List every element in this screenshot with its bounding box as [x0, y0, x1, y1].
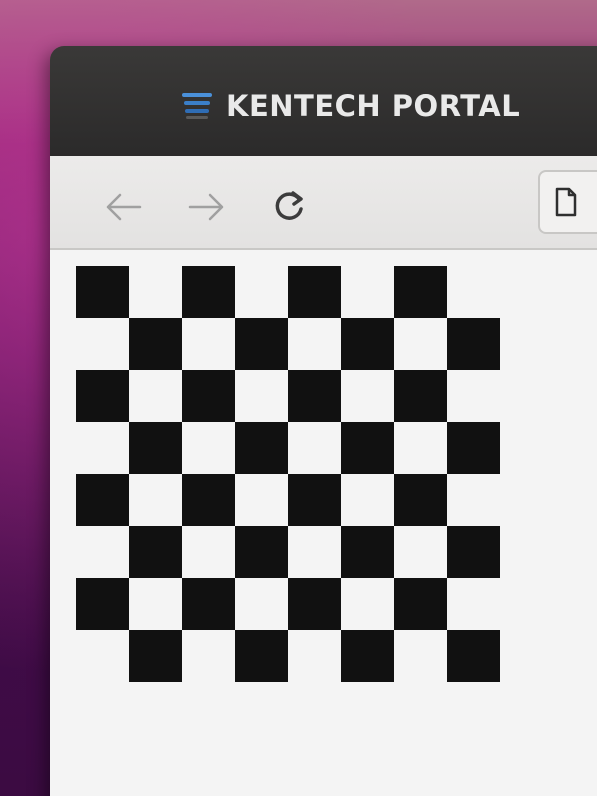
checker-square-light: [341, 266, 394, 318]
checker-square-dark: [394, 370, 447, 422]
checker-square-light: [447, 266, 500, 318]
checker-square-light: [129, 578, 182, 630]
checkerboard-row: [76, 318, 500, 370]
reload-icon: [275, 191, 303, 220]
checker-square-dark: [341, 526, 394, 578]
checker-square-dark: [129, 526, 182, 578]
checker-square-dark: [76, 578, 129, 630]
checker-square-dark: [235, 318, 288, 370]
checker-square-dark: [76, 266, 129, 318]
checker-square-light: [341, 474, 394, 526]
checker-square-light: [76, 422, 129, 474]
checker-square-light: [235, 474, 288, 526]
checker-square-light: [288, 630, 341, 682]
checker-square-dark: [341, 422, 394, 474]
window-title: KENTECH PORTAL: [226, 89, 521, 123]
checker-square-dark: [76, 474, 129, 526]
checker-square-light: [129, 266, 182, 318]
checker-square-light: [341, 370, 394, 422]
checker-square-light: [288, 318, 341, 370]
checker-square-dark: [182, 474, 235, 526]
checker-square-dark: [447, 630, 500, 682]
checker-square-light: [129, 370, 182, 422]
forward-button[interactable]: [186, 186, 228, 228]
checker-square-dark: [447, 318, 500, 370]
checkerboard-row: [76, 526, 500, 578]
checker-square-light: [182, 630, 235, 682]
checker-square-light: [76, 630, 129, 682]
checker-square-dark: [235, 526, 288, 578]
arrow-left-icon: [106, 193, 142, 221]
title-group: KENTECH PORTAL: [182, 86, 520, 126]
browser-window: KENTECH PORTAL: [50, 46, 597, 796]
checker-square-dark: [394, 474, 447, 526]
checkerboard-row: [76, 630, 500, 682]
checker-square-dark: [394, 266, 447, 318]
checker-square-light: [182, 422, 235, 474]
checkerboard: [76, 266, 500, 742]
checker-square-dark: [288, 578, 341, 630]
checker-square-light: [76, 318, 129, 370]
back-button[interactable]: [102, 186, 144, 228]
checker-square-light: [394, 318, 447, 370]
checker-square-light: [288, 526, 341, 578]
checker-square-light: [235, 266, 288, 318]
checker-square-dark: [447, 422, 500, 474]
checker-square-light: [394, 422, 447, 474]
checker-square-dark: [129, 318, 182, 370]
checker-square-light: [447, 578, 500, 630]
checker-square-dark: [394, 578, 447, 630]
page-icon: [555, 187, 577, 217]
checker-square-dark: [182, 370, 235, 422]
reload-button[interactable]: [268, 186, 310, 228]
checker-square-dark: [341, 630, 394, 682]
checker-square-light: [235, 578, 288, 630]
checker-square-dark: [341, 318, 394, 370]
checker-square-dark: [129, 630, 182, 682]
checker-square-light: [394, 526, 447, 578]
checker-square-light: [76, 526, 129, 578]
checker-square-dark: [235, 630, 288, 682]
checker-square-light: [394, 630, 447, 682]
checker-square-light: [129, 474, 182, 526]
checker-square-dark: [288, 266, 341, 318]
arrow-right-icon: [188, 193, 224, 221]
checker-square-light: [288, 422, 341, 474]
checker-square-dark: [182, 578, 235, 630]
checker-square-dark: [129, 422, 182, 474]
page-content: [50, 250, 597, 796]
checker-square-dark: [182, 266, 235, 318]
checker-square-light: [182, 318, 235, 370]
checker-square-dark: [447, 526, 500, 578]
navigation-toolbar: [50, 156, 597, 250]
checker-square-dark: [235, 422, 288, 474]
checker-square-dark: [76, 370, 129, 422]
checkerboard-row: [76, 370, 500, 422]
checker-square-light: [235, 370, 288, 422]
checker-square-light: [341, 578, 394, 630]
checkerboard-row: [76, 422, 500, 474]
checkerboard-row: [76, 578, 500, 630]
checker-square-dark: [288, 370, 341, 422]
title-bar[interactable]: KENTECH PORTAL: [50, 46, 597, 158]
checkerboard-row: [76, 474, 500, 526]
checker-square-dark: [288, 474, 341, 526]
checker-square-light: [447, 370, 500, 422]
app-menu-icon[interactable]: [182, 93, 212, 119]
checker-square-light: [447, 474, 500, 526]
checkerboard-row: [76, 266, 500, 318]
page-info-button[interactable]: [538, 170, 597, 234]
checker-square-light: [182, 526, 235, 578]
